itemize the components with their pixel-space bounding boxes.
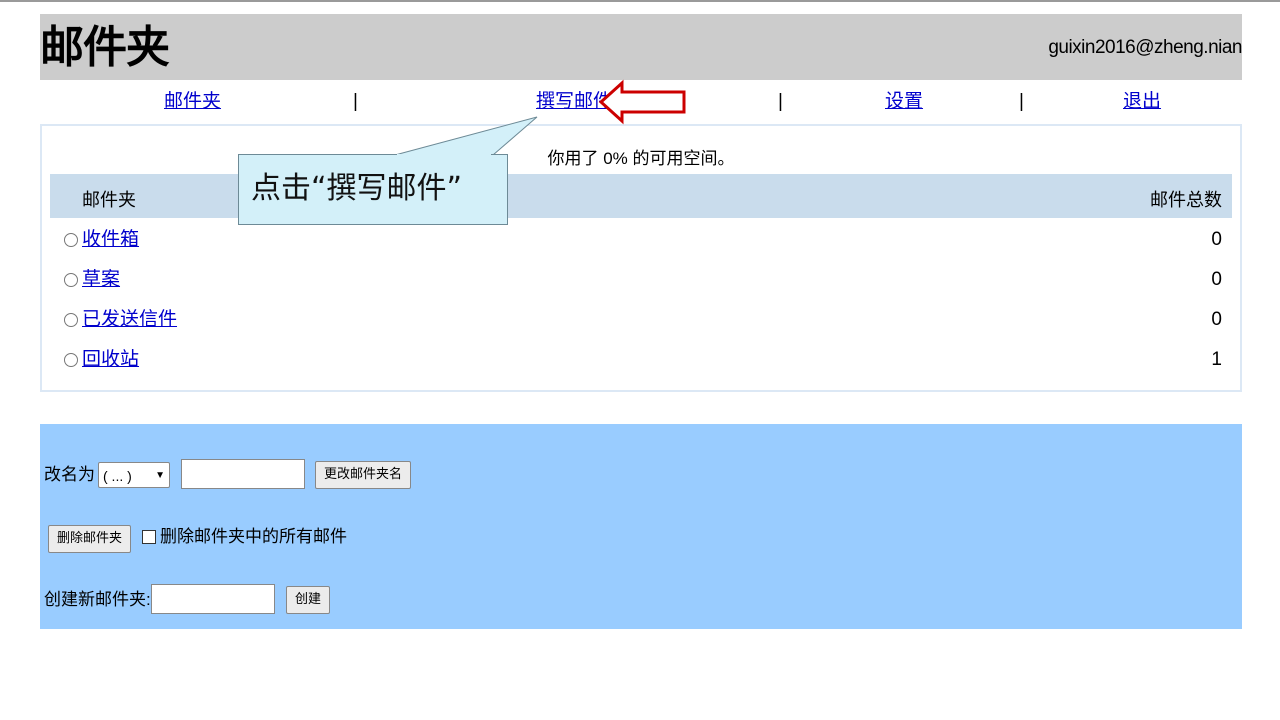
folder-count: 0: [1211, 229, 1222, 250]
folder-count: 1: [1211, 349, 1222, 370]
top-nav: 邮件夹 | 撰写邮件 | 设置 | 退出: [40, 86, 1242, 120]
callout-text: 点击“撰写邮件”: [251, 171, 463, 206]
delete-folder-button[interactable]: 删除邮件夹: [48, 525, 132, 553]
nav-separator: |: [353, 91, 358, 112]
nav-folders-link[interactable]: 邮件夹: [164, 90, 221, 114]
page-header: 邮件夹 guixin2016@zheng.nian: [40, 14, 1242, 80]
table-row: 收件箱 0: [60, 226, 1232, 256]
nav-compose-link[interactable]: 撰写邮件: [536, 90, 612, 114]
create-folder-input[interactable]: [151, 584, 275, 614]
top-border: [0, 0, 1280, 2]
rename-folder-select[interactable]: ( ... ) ▼: [98, 462, 170, 488]
callout-box: 点击“撰写邮件”: [238, 154, 508, 225]
column-header-folder: 邮件夹: [82, 190, 136, 210]
nav-logout-link[interactable]: 退出: [1123, 90, 1161, 114]
folder-count: 0: [1211, 309, 1222, 330]
quota-text: 你用了 0% 的可用空间。: [547, 149, 735, 168]
folder-radio[interactable]: [64, 313, 78, 327]
folder-count: 0: [1211, 269, 1222, 290]
rename-input[interactable]: [181, 459, 305, 489]
nav-separator: |: [778, 91, 783, 112]
table-row: 草案 0: [60, 266, 1232, 296]
nav-separator: |: [1019, 91, 1024, 112]
chevron-down-icon: ▼: [155, 470, 165, 481]
table-row: 回收站 1: [60, 346, 1232, 376]
rename-folder-button[interactable]: 更改邮件夹名: [315, 461, 412, 489]
user-email: guixin2016@zheng.nian: [1048, 37, 1242, 58]
folder-link-inbox[interactable]: 收件箱: [82, 228, 139, 252]
nav-settings-link[interactable]: 设置: [885, 90, 923, 114]
delete-all-label: 删除邮件夹中的所有邮件: [160, 527, 347, 546]
rename-select-value: ( ... ): [103, 468, 132, 484]
delete-all-checkbox[interactable]: [142, 530, 156, 544]
folder-link-sent[interactable]: 已发送信件: [82, 308, 177, 332]
folder-link-trash[interactable]: 回收站: [82, 348, 139, 372]
folder-radio[interactable]: [64, 353, 78, 367]
create-folder-button[interactable]: 创建: [286, 586, 331, 614]
table-row: 已发送信件 0: [60, 306, 1232, 336]
create-folder-label: 创建新邮件夹:: [44, 590, 151, 609]
table-header: 邮件夹 邮件总数: [50, 174, 1232, 218]
folder-tools: 改名为 ( ... ) ▼ 更改邮件夹名 删除邮件夹 删除邮件夹中的所有邮件 创…: [40, 424, 1242, 629]
column-header-total: 邮件总数: [1150, 190, 1222, 210]
folder-panel: 你用了 0% 的可用空间。 邮件夹 邮件总数 收件箱 0 草案 0 已发送信件 …: [40, 124, 1242, 392]
folder-radio[interactable]: [64, 233, 78, 247]
rename-label: 改名为: [44, 465, 95, 484]
folder-radio[interactable]: [64, 273, 78, 287]
page-title: 邮件夹: [40, 23, 170, 72]
folder-link-drafts[interactable]: 草案: [82, 268, 120, 292]
